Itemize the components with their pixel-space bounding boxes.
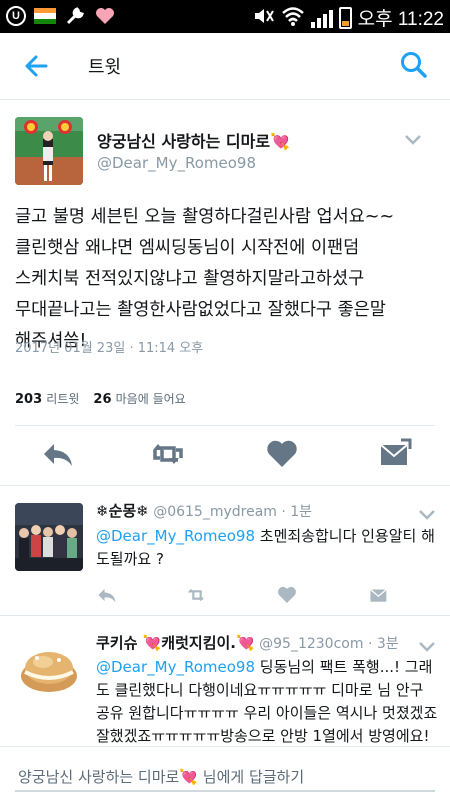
arrow-left-icon[interactable] — [20, 49, 54, 83]
reply-time: · 3분 — [367, 636, 399, 652]
wrench-icon — [64, 5, 86, 27]
reply-author-handle[interactable]: @0615_mydream — [153, 504, 277, 520]
reply-author-handle[interactable]: @95_1230com — [259, 636, 363, 652]
reply-text: @Dear_My_Romeo98 딩동님의 팩트 폭행...! 그래도 클린했다… — [96, 656, 441, 746]
retweet-label: 리트윗 — [46, 392, 80, 406]
reply-header: 쿠키슈 💘캐럿지킴이.💘 @95_1230com · 3분 — [96, 632, 399, 653]
signal-icon — [310, 8, 333, 28]
battery-icon — [338, 6, 352, 29]
reply-text: @Dear_My_Romeo98 초멘죄송합니다 인용알티 해도될까요 ? — [96, 525, 441, 571]
tweet-timestamp: 2017년 01월 23일 · 11:14 오후 — [15, 341, 204, 356]
flag-icon — [34, 5, 56, 27]
clock: 오후 11:22 — [357, 9, 444, 30]
reply-actions — [96, 584, 396, 606]
mention-link[interactable]: @Dear_My_Romeo98 — [96, 658, 255, 676]
tweet-text-line: 무대끝나고는 촬영한사람없었다고 잘했다구 좋은말 — [15, 300, 386, 320]
reply-icon[interactable] — [40, 436, 76, 472]
page-title: 트윗 — [88, 57, 122, 78]
like-heart-icon[interactable] — [264, 436, 300, 472]
retweet-stat[interactable]: 203 리트윗 — [15, 390, 79, 407]
tweet-author-handle[interactable]: @Dear_My_Romeo98 — [97, 154, 256, 172]
tweet-text: 글고 불명 세븐틴 오늘 촬영하다걸린사람 업서요~~ 클린햇삼 왜냐면 엠씨딩… — [15, 202, 441, 357]
reply-input-underline — [15, 790, 435, 792]
reply-input-placeholder[interactable]: 양궁남신 사랑하는 디마로💘 님에게 답글하기 — [18, 766, 304, 787]
like-stat[interactable]: 26 마음에 들어요 — [93, 390, 185, 407]
direct-message-icon[interactable] — [368, 584, 390, 606]
reply-author-name[interactable]: ❄순몽❄ — [96, 502, 149, 520]
wifi-icon — [281, 6, 305, 30]
tweet-author-name[interactable]: 양궁남신 사랑하는 디마로💘 — [97, 128, 290, 152]
like-count: 26 — [93, 392, 112, 407]
retweet-count: 203 — [15, 392, 43, 407]
direct-message-icon[interactable] — [377, 436, 413, 472]
app-bar: 트윗 — [0, 33, 450, 99]
tweet-stats: 203 리트윗 26 마음에 들어요 — [15, 390, 186, 407]
tweet-text-line: 클린햇삼 왜냐면 엠씨딩동님이 시작전에 이팬덤 — [15, 238, 360, 258]
divider — [15, 425, 435, 426]
chevron-down-icon[interactable] — [418, 638, 436, 652]
reply-composer[interactable]: 양궁남신 사랑하는 디마로💘 님에게 답글하기 — [0, 746, 450, 800]
avatar[interactable] — [15, 634, 83, 702]
u-plus-icon: U — [6, 6, 26, 26]
retweet-icon[interactable] — [150, 436, 186, 472]
mute-icon — [253, 6, 275, 30]
search-icon[interactable] — [398, 49, 430, 81]
tweet-text-line: 글고 불명 세븐틴 오늘 촬영하다걸린사람 업서요~~ — [15, 207, 395, 227]
reply-header: ❄순몽❄ @0615_mydream · 1분 — [96, 500, 312, 521]
divider — [0, 615, 450, 616]
reply-icon[interactable] — [96, 584, 118, 606]
status-bar: U 오후 11:22 — [0, 0, 450, 33]
divider — [0, 485, 450, 486]
avatar[interactable] — [15, 503, 83, 571]
like-label: 마음에 들어요 — [115, 392, 186, 406]
chevron-down-icon[interactable] — [404, 131, 422, 145]
reply-author-name[interactable]: 쿠키슈 💘캐럿지킴이.💘 — [96, 634, 255, 652]
avatar[interactable] — [15, 117, 83, 185]
retweet-icon[interactable] — [186, 584, 208, 606]
chevron-down-icon[interactable] — [418, 506, 436, 520]
reply-time: · 1분 — [281, 504, 313, 520]
like-heart-icon[interactable] — [276, 584, 298, 606]
divider — [0, 99, 450, 100]
tweet-actions — [0, 436, 450, 476]
heart-icon — [94, 5, 116, 27]
tweet-text-line: 스케치북 전적있지않냐고 촬영하지말라고하셨구 — [15, 269, 365, 289]
mention-link[interactable]: @Dear_My_Romeo98 — [96, 527, 255, 545]
